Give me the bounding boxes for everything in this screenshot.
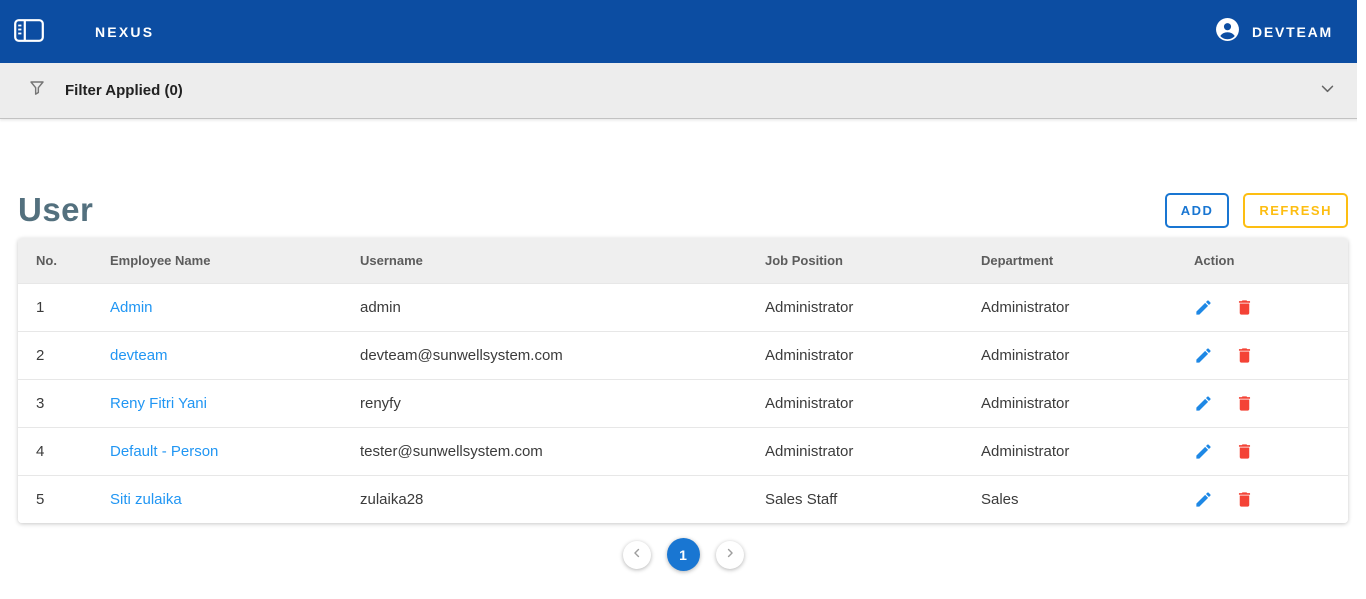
scrollbar-track[interactable] <box>1357 0 1366 599</box>
add-button[interactable]: ADD <box>1165 193 1230 228</box>
cell-no: 5 <box>18 475 110 523</box>
chevron-right-icon <box>723 546 737 563</box>
sidebar-toggle-button[interactable] <box>14 20 44 43</box>
cell-job-position: Administrator <box>765 283 981 331</box>
employee-name-link[interactable]: Admin <box>110 299 153 316</box>
cell-job-position: Administrator <box>765 427 981 475</box>
cell-action <box>1194 427 1348 475</box>
cell-job-position: Administrator <box>765 379 981 427</box>
cell-job-position: Sales Staff <box>765 475 981 523</box>
user-avatar-icon <box>1215 17 1240 47</box>
table-row: 5 Siti zulaika zulaika28 Sales Staff Sal… <box>18 475 1348 523</box>
table-row: 4 Default - Person tester@sunwellsystem.… <box>18 427 1348 475</box>
cell-department: Administrator <box>981 283 1194 331</box>
column-header-no: No. <box>18 238 110 283</box>
user-menu[interactable]: DEVTEAM <box>1215 17 1333 47</box>
previous-page-button[interactable] <box>623 541 651 569</box>
employee-name-link[interactable]: Siti zulaika <box>110 491 182 508</box>
cell-department: Sales <box>981 475 1194 523</box>
edit-button[interactable] <box>1194 298 1213 317</box>
cell-action <box>1194 379 1348 427</box>
cell-action <box>1194 475 1348 523</box>
trash-icon <box>1235 490 1254 509</box>
cell-no: 2 <box>18 331 110 379</box>
pagination: 1 <box>18 538 1348 571</box>
cell-department: Administrator <box>981 379 1194 427</box>
delete-button[interactable] <box>1235 442 1254 461</box>
refresh-button[interactable]: REFRESH <box>1243 193 1348 228</box>
filter-label: Filter Applied (0) <box>65 82 183 99</box>
title-row: User ADD REFRESH <box>18 191 1348 229</box>
column-header-username: Username <box>360 238 765 283</box>
user-table-card: No. Employee Name Username Job Position … <box>18 238 1348 523</box>
employee-name-link[interactable]: devteam <box>110 347 168 364</box>
cell-username: admin <box>360 283 765 331</box>
cell-department: Administrator <box>981 331 1194 379</box>
user-name: DEVTEAM <box>1252 24 1333 40</box>
edit-button[interactable] <box>1194 394 1213 413</box>
cell-job-position: Administrator <box>765 331 981 379</box>
trash-icon <box>1235 346 1254 365</box>
current-page-button[interactable]: 1 <box>667 538 700 571</box>
cell-no: 3 <box>18 379 110 427</box>
cell-department: Administrator <box>981 427 1194 475</box>
page-title: User <box>18 191 93 229</box>
table-row: 2 devteam devteam@sunwellsystem.com Admi… <box>18 331 1348 379</box>
sidebar-toggle-icon <box>14 19 44 45</box>
delete-button[interactable] <box>1235 298 1254 317</box>
cell-username: renyfy <box>360 379 765 427</box>
delete-button[interactable] <box>1235 490 1254 509</box>
chevron-left-icon <box>630 546 644 563</box>
trash-icon <box>1235 298 1254 317</box>
user-table: No. Employee Name Username Job Position … <box>18 238 1348 523</box>
cell-username: zulaika28 <box>360 475 765 523</box>
cell-no: 1 <box>18 283 110 331</box>
filter-icon <box>28 79 46 102</box>
chevron-down-icon[interactable] <box>1319 80 1336 102</box>
delete-button[interactable] <box>1235 394 1254 413</box>
cell-no: 4 <box>18 427 110 475</box>
app-header: NEXUS DEVTEAM <box>0 0 1366 63</box>
filter-bar[interactable]: Filter Applied (0) <box>0 63 1366 119</box>
edit-button[interactable] <box>1194 490 1213 509</box>
column-header-job-position: Job Position <box>765 238 981 283</box>
pencil-icon <box>1194 298 1213 317</box>
pencil-icon <box>1194 346 1213 365</box>
employee-name-link[interactable]: Reny Fitri Yani <box>110 395 207 412</box>
main-content: User ADD REFRESH No. Employee Name Usern… <box>0 191 1366 571</box>
pencil-icon <box>1194 442 1213 461</box>
column-header-department: Department <box>981 238 1194 283</box>
cell-username: devteam@sunwellsystem.com <box>360 331 765 379</box>
brand-logo: NEXUS <box>95 24 154 40</box>
cell-username: tester@sunwellsystem.com <box>360 427 765 475</box>
cell-action <box>1194 283 1348 331</box>
pencil-icon <box>1194 394 1213 413</box>
table-row: 3 Reny Fitri Yani renyfy Administrator A… <box>18 379 1348 427</box>
pencil-icon <box>1194 490 1213 509</box>
trash-icon <box>1235 394 1254 413</box>
edit-button[interactable] <box>1194 442 1213 461</box>
table-row: 1 Admin admin Administrator Administrato… <box>18 283 1348 331</box>
column-header-employee-name: Employee Name <box>110 238 360 283</box>
edit-button[interactable] <box>1194 346 1213 365</box>
column-header-action: Action <box>1194 238 1348 283</box>
cell-action <box>1194 331 1348 379</box>
next-page-button[interactable] <box>716 541 744 569</box>
table-header-row: No. Employee Name Username Job Position … <box>18 238 1348 283</box>
delete-button[interactable] <box>1235 346 1254 365</box>
employee-name-link[interactable]: Default - Person <box>110 443 218 460</box>
trash-icon <box>1235 442 1254 461</box>
